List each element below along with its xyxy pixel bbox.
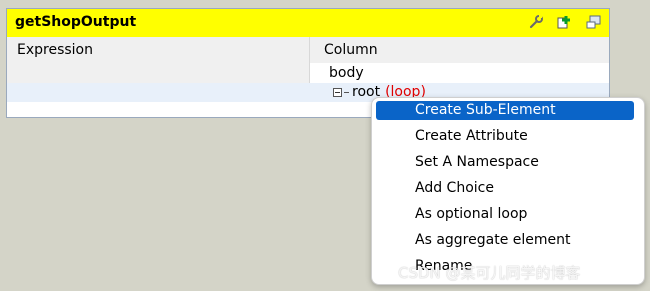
panel-titlebar: getShopOutput [7,9,609,37]
column-header[interactable]: Column [324,42,378,58]
tree-connector [344,91,349,93]
add-node-icon[interactable] [555,13,573,31]
collapse-icon[interactable] [333,87,342,97]
expression-header[interactable]: Expression [17,42,93,58]
menu-item-set-namespace[interactable]: Set A Namespace [376,153,634,172]
tree-node-body[interactable]: body [329,65,364,81]
menu-item-optional-loop[interactable]: As optional loop [376,205,634,224]
menu-item-create-sub-element[interactable]: Create Sub-Element [376,101,634,120]
menu-item-create-attribute[interactable]: Create Attribute [376,127,634,146]
watermark: CSDN @某可儿同学的博客 [398,264,581,282]
minimize-icon[interactable] [585,13,603,31]
menu-item-add-choice[interactable]: Add Choice [376,179,634,198]
menu-item-aggregate-element[interactable]: As aggregate element [376,231,634,250]
context-menu: Create Sub-Element Create Attribute Set … [371,97,645,285]
wrench-icon[interactable] [527,13,545,31]
panel-title: getShopOutput [15,14,137,30]
